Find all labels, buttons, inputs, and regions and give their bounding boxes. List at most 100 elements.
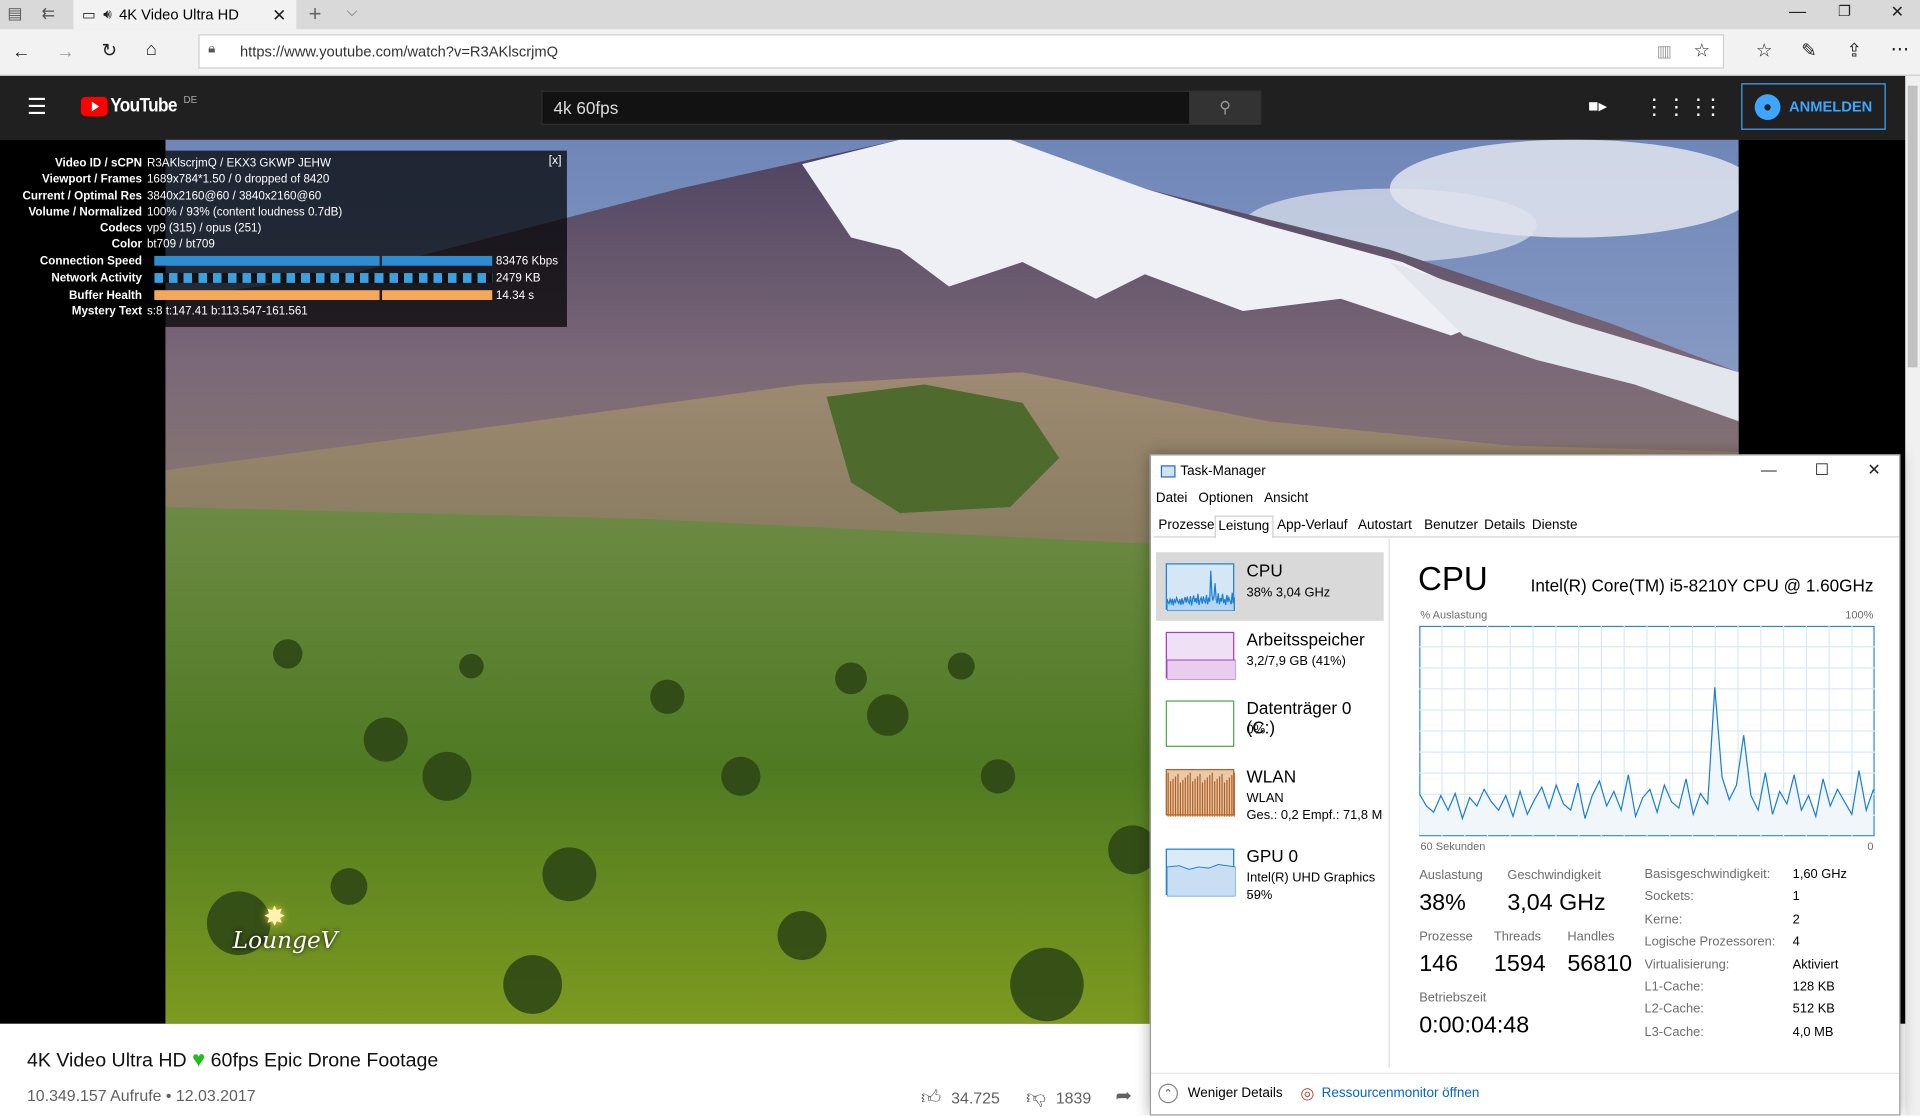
detail-key: Basisgeschwindigkeit: xyxy=(1644,866,1771,882)
tm-menu-item[interactable]: Optionen xyxy=(1198,491,1253,506)
url-field[interactable]: 🔒︎ https://www.youtube.com/watch?v=R3AKl… xyxy=(198,34,1725,69)
settings-dots-icon[interactable]: ⋮ xyxy=(1702,96,1724,118)
chevron-down-icon[interactable]: ⌵ xyxy=(347,4,358,19)
tm-maximize-icon[interactable]: ☐ xyxy=(1815,462,1829,478)
detail-value: 1,60 GHz xyxy=(1792,866,1847,882)
back-icon[interactable]: ← xyxy=(12,43,30,61)
share-arrow-icon[interactable]: ➦ xyxy=(1116,1087,1132,1107)
green-heart-icon: ♥ xyxy=(192,1046,206,1072)
tm-tab[interactable]: Benutzer xyxy=(1422,516,1481,537)
forward-icon[interactable]: → xyxy=(56,43,74,61)
restore-icon[interactable]: ❐ xyxy=(1838,4,1851,19)
sidebar-item-datentr-ger-0-c[interactable]: Datenträger 0 (C:) 0% xyxy=(1156,689,1384,758)
youtube-logo-text: YouTube xyxy=(110,95,177,117)
sidebar-item-gpu-0[interactable]: GPU 0 Intel(R) UHD Graphics ... 59% xyxy=(1156,838,1384,907)
betriebszeit-label: Betriebszeit xyxy=(1419,990,1487,1006)
tm-menu-item[interactable]: Datei xyxy=(1156,491,1187,506)
tm-close-icon[interactable]: ✕ xyxy=(1867,462,1880,478)
tab-manager-icon[interactable]: ▤ xyxy=(7,5,22,21)
create-video-icon[interactable]: ■▸ xyxy=(1588,97,1607,114)
tm-titlebar[interactable]: Task-Manager — ☐ ✕ xyxy=(1151,456,1899,490)
share-icon[interactable]: ⇪ xyxy=(1847,42,1862,60)
refresh-icon[interactable]: ↻ xyxy=(102,42,117,60)
threads-label: Threads xyxy=(1493,929,1542,945)
stats-label: Video ID / sCPN xyxy=(54,156,143,171)
youtube-logo[interactable]: YouTube DE xyxy=(80,94,197,118)
new-tab-icon[interactable]: + xyxy=(309,2,322,24)
detail-value: 1 xyxy=(1792,889,1800,905)
apps-grid-icon[interactable]: ⋮⋮⋮ xyxy=(1643,96,1709,118)
tm-tab[interactable]: App-Verlauf xyxy=(1275,516,1350,537)
sidebar-mini-graph xyxy=(1166,659,1237,681)
detail-key: Virtualisierung: xyxy=(1644,957,1730,972)
sidebar-name: Datenträger 0 (C:) xyxy=(1246,697,1352,738)
page-scrollbar[interactable] xyxy=(1905,75,1920,1116)
url-text: https://www.youtube.com/watch?v=R3AKlscr… xyxy=(240,42,559,61)
stats-label: Viewport / Frames xyxy=(42,172,143,187)
auslastung-value: 38% xyxy=(1419,890,1466,916)
scrollbar-thumb[interactable] xyxy=(1907,85,1918,368)
stats-label: Color xyxy=(111,237,143,252)
detail-value: 2 xyxy=(1792,912,1800,927)
home-icon[interactable]: ⌂ xyxy=(146,40,157,58)
geschwindigkeit-label: Geschwindigkeit xyxy=(1507,868,1601,883)
sidebar-thumbnail xyxy=(1165,631,1237,681)
less-details-button[interactable]: ⌃ Weniger Details xyxy=(1158,1083,1283,1104)
pen-icon[interactable]: ✎ xyxy=(1801,42,1816,60)
detail-key: L3-Cache: xyxy=(1644,1024,1704,1040)
youtube-play-icon xyxy=(80,96,108,117)
network-activity-bar xyxy=(154,273,493,283)
sidebar-sub: 3,2/7,9 GB (41%) xyxy=(1246,653,1346,669)
more-menu-icon[interactable]: ⋯ xyxy=(1891,40,1909,58)
search-input[interactable]: 4k 60fps xyxy=(541,90,1191,125)
resource-monitor-link[interactable]: ◎ Ressourcenmonitor öffnen xyxy=(1300,1084,1479,1104)
tm-menu-item[interactable]: Ansicht xyxy=(1264,491,1308,506)
sidebar-thumbnail xyxy=(1165,768,1235,817)
graph-label-bottom-right: 0 xyxy=(1867,840,1874,853)
audio-playing-icon[interactable]: 🔊︎ xyxy=(103,7,111,21)
dislike-button[interactable]: 👎︎ 1839 xyxy=(1026,1086,1091,1109)
thumbs-up-icon: 👍︎ xyxy=(920,1087,942,1109)
stats-value: s:8 t:147.41 b:113.547-161.561 xyxy=(146,304,308,319)
browser-tab[interactable]: ▭ 🔊︎ 4K Video Ultra HD ✕ xyxy=(73,0,297,30)
detail-value: 128 KB xyxy=(1792,979,1835,995)
signin-button[interactable]: ● ANMELDEN xyxy=(1741,83,1886,130)
task-manager-icon xyxy=(1160,465,1176,478)
favorites-icon[interactable]: ☆ xyxy=(1756,42,1772,60)
stats-row: Color bt709 / bt709 xyxy=(10,236,567,252)
like-button[interactable]: 👍︎ 34.725 xyxy=(921,1086,1000,1109)
sidebar-item-wlan[interactable]: WLAN WLAN Ges.: 0,2 Empf.: 71,8 M xyxy=(1156,758,1384,827)
tm-tab[interactable]: Leistung xyxy=(1214,515,1273,539)
sidebar-item-cpu[interactable]: CPU 38% 3,04 GHz xyxy=(1155,552,1384,621)
sidebar-sub: WLAN xyxy=(1246,791,1284,806)
sidebar-sub2: 59% xyxy=(1246,887,1273,903)
view-count-date: 10.349.157 Aufrufe • 12.03.2017 xyxy=(26,1086,256,1105)
auslastung-label: Auslastung xyxy=(1419,868,1483,883)
video-title-text-1: 4K Video Ultra HD xyxy=(26,1050,187,1072)
sidebar-mini-graph xyxy=(1166,863,1237,897)
tm-heading: CPU xyxy=(1417,560,1488,598)
stats-value: R3AKlscrjmQ / EKX3 GKWP JEHW xyxy=(146,156,331,171)
close-tab-icon[interactable]: ✕ xyxy=(272,6,286,23)
tm-tab[interactable]: Details xyxy=(1482,516,1528,537)
graph-label-top-right: 100% xyxy=(1845,608,1874,621)
close-window-icon[interactable]: ✕ xyxy=(1891,4,1904,20)
tm-minimize-icon[interactable]: — xyxy=(1761,462,1777,478)
hamburger-menu-icon[interactable]: ☰ xyxy=(27,96,47,118)
search-button[interactable]: ⚲ xyxy=(1188,90,1262,125)
favorite-star-icon[interactable]: ☆ xyxy=(1693,42,1709,60)
stats-for-nerds-panel: [x] Video ID / sCPN R3AKlscrjmQ / EKX3 GK… xyxy=(9,150,567,327)
minimize-icon[interactable]: — xyxy=(1789,2,1806,19)
stats-row: Viewport / Frames 1689x784*1.50 / 0 dropp… xyxy=(10,171,567,187)
stats-label: Network Activity xyxy=(51,271,143,286)
reading-view-icon[interactable]: ▥ xyxy=(1657,43,1672,59)
stats-row: Video ID / sCPN R3AKlscrjmQ / EKX3 GKWP J… xyxy=(10,156,567,172)
tm-footer-divider xyxy=(1151,1072,1900,1074)
set-aside-tabs-icon[interactable]: ⇇ xyxy=(42,5,55,21)
resource-monitor-icon: ◎ xyxy=(1300,1083,1315,1103)
sidebar-item-arbeitsspeicher[interactable]: Arbeitsspeicher 3,2/7,9 GB (41%) xyxy=(1156,621,1384,690)
tm-tab[interactable]: Autostart xyxy=(1356,516,1415,537)
tm-tab[interactable]: Dienste xyxy=(1529,516,1580,537)
chevron-up-icon: ⌃ xyxy=(1158,1083,1178,1104)
tm-tab[interactable]: Prozesse xyxy=(1156,516,1217,537)
